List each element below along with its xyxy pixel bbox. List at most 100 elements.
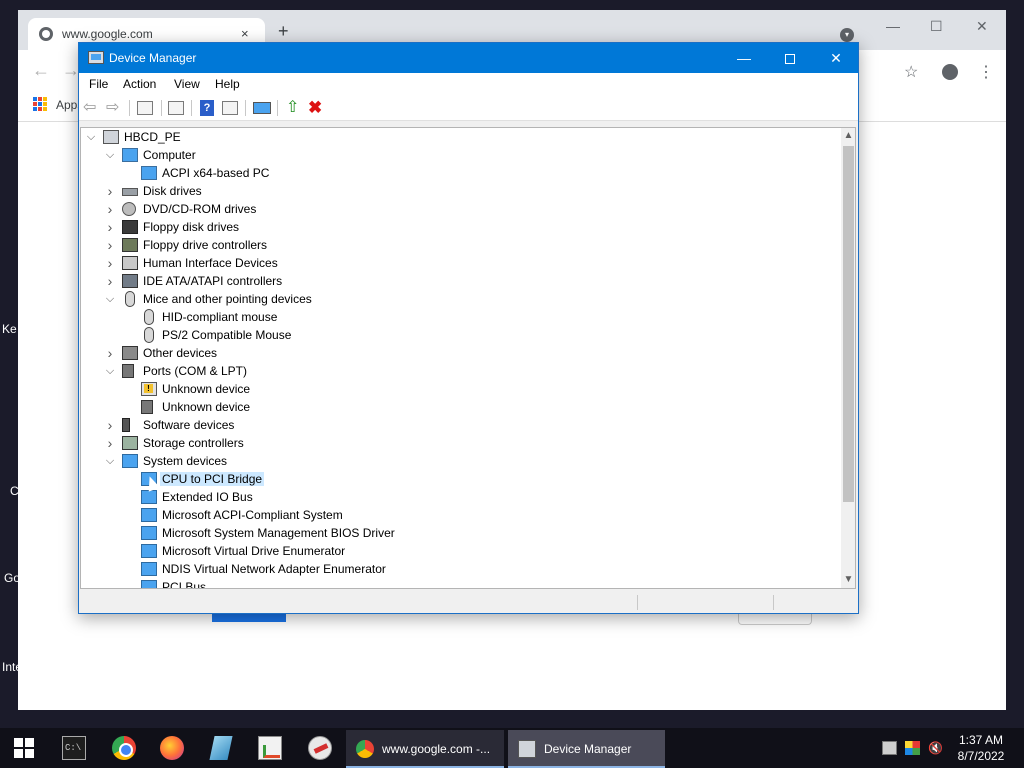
scroll-down-icon[interactable]: ▼ — [841, 572, 855, 588]
tree-item[interactable]: › Human Interface Devices — [81, 254, 841, 272]
chevron-right-icon[interactable]: › — [104, 255, 116, 271]
monitor-icon — [122, 148, 138, 162]
chevron-down-icon[interactable]: ⌵ — [85, 129, 97, 145]
chrome-close-button[interactable]: ✕ — [976, 18, 988, 35]
taskbar-button-device-manager[interactable]: Device Manager — [508, 730, 665, 768]
tree-item[interactable]: Microsoft ACPI-Compliant System — [81, 506, 841, 524]
toolbar-separator — [161, 100, 162, 116]
scroll-thumb[interactable] — [843, 146, 854, 502]
uninstall-device-icon[interactable]: ✖ — [308, 99, 326, 117]
chevron-down-icon[interactable]: ⌵ — [104, 453, 116, 469]
show-hide-console-tree-icon[interactable] — [137, 101, 153, 115]
tree-item[interactable]: › DVD/CD-ROM drives — [81, 200, 841, 218]
chevron-right-icon[interactable]: › — [104, 237, 116, 253]
tree-item[interactable]: Unknown device — [81, 380, 841, 398]
notepad-icon[interactable] — [209, 736, 233, 760]
properties-icon[interactable] — [168, 101, 184, 115]
mouse-icon — [144, 327, 154, 343]
tree-item-label: HBCD_PE — [124, 130, 181, 144]
taskbar-button-chrome[interactable]: www.google.com -... — [346, 730, 504, 768]
tree-item[interactable]: ⌵ HBCD_PE — [81, 128, 841, 146]
chart-app-icon[interactable] — [258, 736, 282, 760]
profile-avatar-icon[interactable] — [942, 64, 958, 80]
tree-item[interactable]: › Floppy disk drives — [81, 218, 841, 236]
menu-action[interactable]: Action — [123, 77, 156, 91]
ide-icon — [122, 274, 138, 288]
start-button[interactable] — [14, 738, 34, 758]
menu-help[interactable]: Help — [215, 77, 240, 91]
port-icon — [141, 400, 153, 414]
scan-hardware-icon[interactable] — [253, 102, 271, 114]
minimize-button[interactable]: — — [721, 43, 767, 73]
chevron-right-icon[interactable]: › — [104, 345, 116, 361]
tree-item[interactable]: ⌵ Ports (COM & LPT) — [81, 362, 841, 380]
utility-app-icon[interactable] — [308, 736, 332, 760]
floppy-icon — [122, 220, 138, 234]
tree-item[interactable]: › Storage controllers — [81, 434, 841, 452]
vertical-scrollbar[interactable]: ▲ ▼ — [841, 128, 855, 588]
back-icon[interactable]: ⇦ — [83, 99, 101, 117]
back-arrow-icon[interactable]: ← — [32, 60, 50, 81]
apps-grid-icon[interactable] — [33, 97, 47, 111]
tree-item[interactable]: ⌵ Computer — [81, 146, 841, 164]
tree-item[interactable]: CPU to PCI Bridge — [81, 470, 841, 488]
tree-item[interactable]: Microsoft System Management BIOS Driver — [81, 524, 841, 542]
action-pane-icon[interactable] — [222, 101, 238, 115]
tree-item[interactable]: Unknown device — [81, 398, 841, 416]
tree-item[interactable]: NDIS Virtual Network Adapter Enumerator — [81, 560, 841, 578]
tree-item[interactable]: › Disk drives — [81, 182, 841, 200]
taskbar-button-label: www.google.com -... — [382, 742, 491, 756]
chevron-down-icon[interactable]: ⌵ — [104, 291, 116, 307]
close-button[interactable]: ✕ — [813, 43, 859, 73]
tab-search-icon[interactable]: ▾ — [840, 28, 854, 42]
firefox-icon[interactable] — [160, 736, 184, 760]
tree-item[interactable]: › Other devices — [81, 344, 841, 362]
tab-close-icon[interactable]: × — [241, 26, 249, 41]
toolbar-separator — [129, 100, 130, 116]
monitor-icon — [141, 166, 157, 180]
update-driver-icon[interactable]: ⇧ — [286, 99, 304, 117]
chevron-right-icon[interactable]: › — [104, 219, 116, 235]
chrome-icon[interactable] — [112, 736, 136, 760]
maximize-icon — [785, 54, 795, 65]
chrome-menu-icon[interactable]: ⋮ — [978, 62, 994, 82]
title-bar[interactable]: Device Manager — ✕ — [79, 43, 858, 73]
volume-muted-icon[interactable]: 🔇 — [928, 741, 943, 755]
menu-view[interactable]: View — [174, 77, 200, 91]
menu-file[interactable]: File — [89, 77, 108, 91]
tree-item[interactable]: Extended IO Bus — [81, 488, 841, 506]
chevron-down-icon[interactable]: ⌵ — [104, 147, 116, 163]
chevron-right-icon[interactable]: › — [104, 417, 116, 433]
tree-item[interactable]: › IDE ATA/ATAPI controllers — [81, 272, 841, 290]
tree-item[interactable]: ⌵ Mice and other pointing devices — [81, 290, 841, 308]
dvd-icon — [122, 202, 136, 216]
chrome-icon — [356, 740, 374, 758]
help-icon[interactable]: ? — [200, 100, 214, 116]
chevron-right-icon[interactable]: › — [104, 273, 116, 289]
forward-icon[interactable]: ⇨ — [106, 99, 124, 117]
command-prompt-icon[interactable]: C:\ — [62, 736, 86, 760]
chrome-maximize-button[interactable]: ☐ — [930, 18, 943, 35]
tree-item[interactable]: PS/2 Compatible Mouse — [81, 326, 841, 344]
color-tray-icon[interactable] — [905, 741, 920, 755]
chevron-right-icon[interactable]: › — [104, 183, 116, 199]
tree-item[interactable]: HID-compliant mouse — [81, 308, 841, 326]
clock[interactable]: 1:37 AM 8/7/2022 — [950, 732, 1012, 764]
chrome-minimize-button[interactable]: — — [886, 18, 900, 34]
device-tree[interactable]: PCI Bus NDIS Virtual Network Adapter Enum… — [80, 127, 856, 589]
tree-item[interactable]: ACPI x64-based PC — [81, 164, 841, 182]
tree-item-label: Floppy disk drives — [143, 220, 240, 234]
bookmark-star-icon[interactable]: ☆ — [904, 62, 918, 82]
chevron-right-icon[interactable]: › — [104, 201, 116, 217]
scroll-up-icon[interactable]: ▲ — [841, 128, 855, 144]
chevron-right-icon[interactable]: › — [104, 435, 116, 451]
network-icon[interactable] — [882, 741, 897, 755]
tree-item[interactable]: › Floppy drive controllers — [81, 236, 841, 254]
tree-item[interactable]: ⌵ System devices — [81, 452, 841, 470]
chevron-down-icon[interactable]: ⌵ — [104, 363, 116, 379]
tree-item[interactable]: › Software devices — [81, 416, 841, 434]
maximize-button[interactable] — [767, 43, 813, 73]
tree-item[interactable]: PCI Bus — [81, 578, 841, 588]
new-tab-button[interactable]: + — [278, 22, 289, 40]
tree-item[interactable]: Microsoft Virtual Drive Enumerator — [81, 542, 841, 560]
